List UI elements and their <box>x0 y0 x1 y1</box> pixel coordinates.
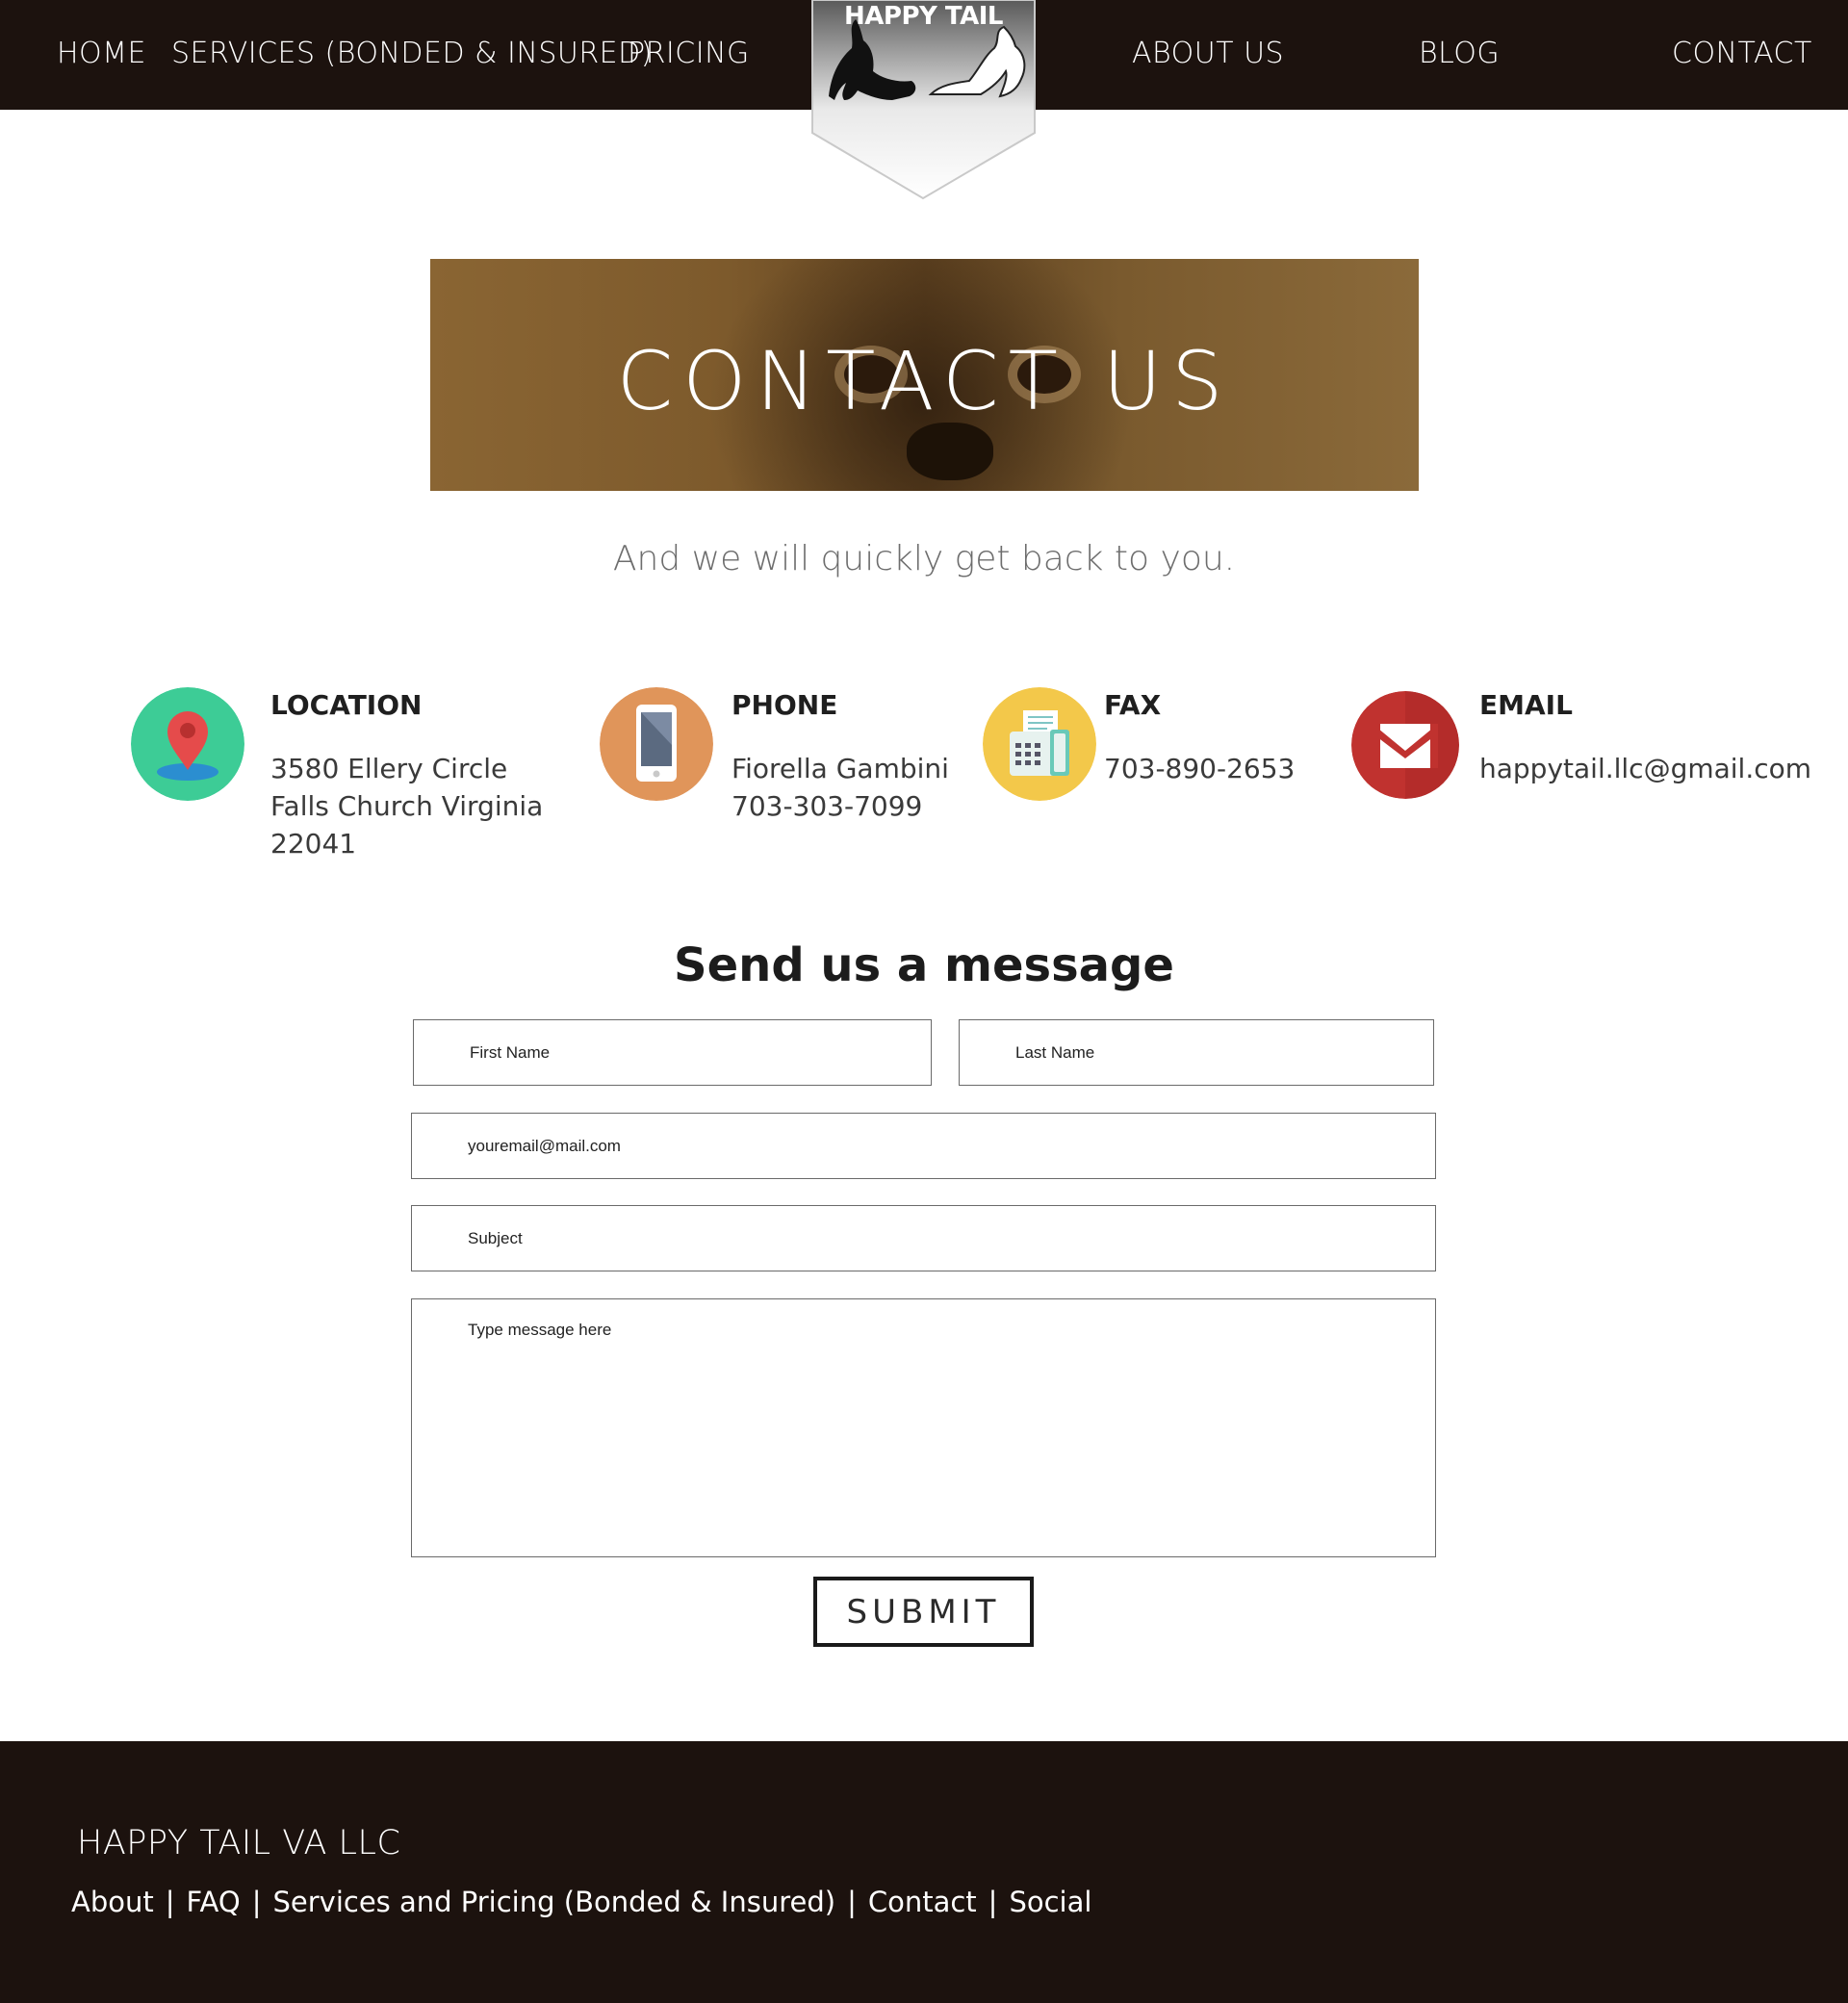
footer-separator: | <box>165 1886 175 1918</box>
last-name-input[interactable] <box>959 1019 1434 1086</box>
footer-separator: | <box>847 1886 857 1918</box>
fax-machine-icon <box>983 687 1096 801</box>
email-title: EMAIL <box>1479 689 1573 721</box>
hero-banner: CONTACT US <box>430 259 1419 491</box>
email-address[interactable]: happytail.llc@gmail.com <box>1479 753 1811 784</box>
footer-separator: | <box>988 1886 998 1918</box>
nav-home-link[interactable]: HOME <box>57 37 146 70</box>
subject-input[interactable] <box>411 1205 1436 1271</box>
location-line: Falls Church Virginia <box>270 790 544 822</box>
nav-blog-link[interactable]: BLOG <box>1419 37 1500 70</box>
footer-link-services-pricing[interactable]: Services and Pricing (Bonded & Insured) <box>273 1886 836 1918</box>
nav-contact-link[interactable]: CONTACT <box>1672 37 1812 70</box>
footer-links: About | FAQ | Services and Pricing (Bonded &… <box>71 1886 1091 1918</box>
footer: HAPPY TAIL VA LLC About | FAQ | Services and… <box>0 1741 1848 2003</box>
smartphone-icon <box>600 687 713 801</box>
phone-contact-name: Fiorella Gambini <box>732 753 949 784</box>
logo-text: HAPPY TAIL <box>844 2 1003 31</box>
nav-about-link[interactable]: ABOUT US <box>1132 37 1284 70</box>
map-pin-icon <box>131 687 244 801</box>
footer-title: HAPPY TAIL VA LLC <box>77 1824 401 1862</box>
form-title: Send us a message <box>674 938 1174 992</box>
email-input[interactable] <box>411 1113 1436 1179</box>
footer-separator: | <box>251 1886 262 1918</box>
footer-link-contact[interactable]: Contact <box>868 1886 977 1918</box>
fax-title: FAX <box>1104 689 1162 721</box>
submit-button[interactable]: SUBMIT <box>813 1577 1034 1647</box>
location-line: 22041 <box>270 828 357 860</box>
hero-dog-nose <box>907 423 993 480</box>
nav-services-link[interactable]: SERVICES (BONDED & INSURED) <box>171 37 653 70</box>
phone-title: PHONE <box>732 689 838 721</box>
footer-link-social[interactable]: Social <box>1009 1886 1091 1918</box>
first-name-input[interactable] <box>413 1019 932 1086</box>
site-logo[interactable]: HAPPY TAIL <box>811 0 1036 202</box>
location-line: 3580 Ellery Circle <box>270 753 508 784</box>
nav-pricing-link[interactable]: PRICING <box>628 37 750 70</box>
fax-number: 703-890-2653 <box>1104 753 1296 784</box>
gmail-icon <box>1351 691 1459 799</box>
message-textarea[interactable] <box>411 1298 1436 1557</box>
phone-number[interactable]: 703-303-7099 <box>732 790 922 822</box>
location-title: LOCATION <box>270 689 423 721</box>
footer-link-about[interactable]: About <box>71 1886 154 1918</box>
page-title: CONTACT US <box>616 334 1233 428</box>
tagline: And we will quickly get back to you. <box>612 539 1236 578</box>
footer-link-faq[interactable]: FAQ <box>187 1886 241 1918</box>
